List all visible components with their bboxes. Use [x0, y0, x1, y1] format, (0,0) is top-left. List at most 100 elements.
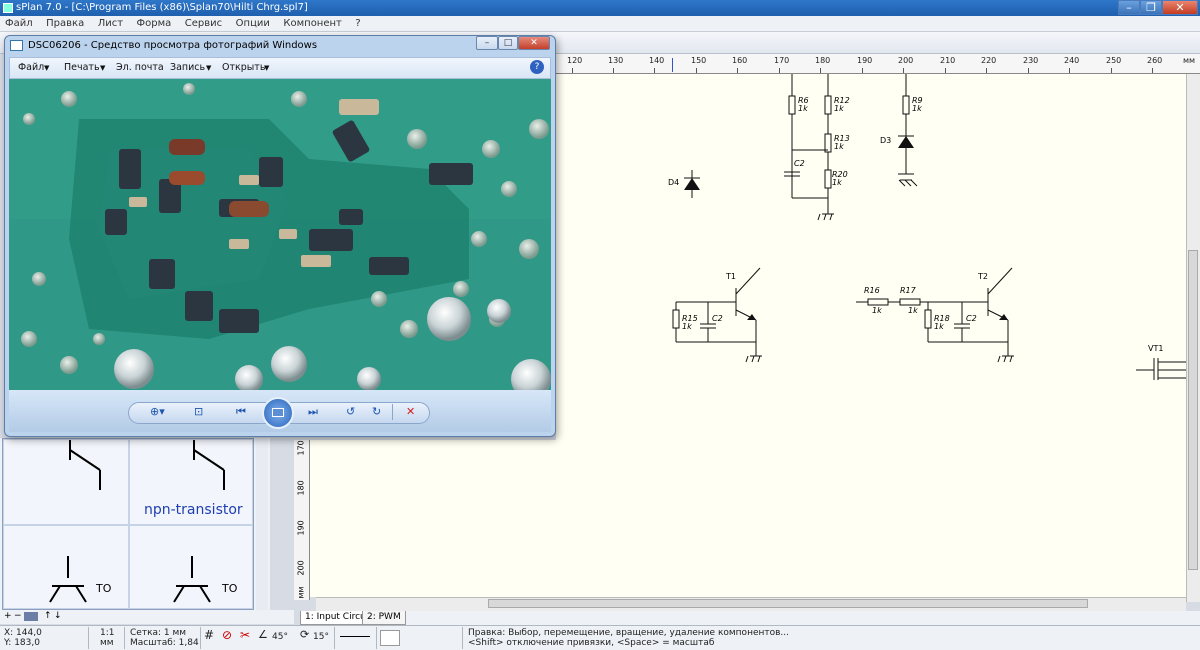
pv-menu-file[interactable]: Файл	[18, 62, 44, 73]
label-d4: D4	[668, 178, 680, 187]
label-vt1: VT1	[1148, 344, 1164, 353]
horizontal-scroll-thumb[interactable]	[488, 599, 1088, 608]
pv-menu-open[interactable]: Открыть	[222, 62, 265, 73]
ruler-tick: 160	[732, 56, 748, 65]
up-arrow-icon[interactable]: ↑	[44, 611, 52, 621]
ruler-cursor	[672, 58, 673, 72]
line-width-icon[interactable]	[340, 636, 370, 637]
label-r16-value: 1k	[872, 306, 882, 315]
delete-icon[interactable]: ✕	[406, 405, 415, 418]
snap-icon[interactable]: ⊘	[222, 629, 232, 641]
pv-menu-burn-arrow-icon[interactable]: ▼	[206, 64, 211, 72]
ruler-tick: 190	[857, 56, 873, 65]
library-cell[interactable]	[3, 439, 129, 525]
magnet-icon[interactable]: ✂	[240, 629, 250, 641]
library-cell-to1[interactable]: TO	[3, 525, 129, 609]
label-r13-value: 1k	[834, 142, 844, 151]
ruler-tick: 140	[649, 56, 665, 65]
menu-options[interactable]: Опции	[231, 16, 275, 32]
control-divider	[392, 404, 393, 420]
pv-menu-file-arrow-icon[interactable]: ▼	[44, 64, 49, 72]
pcb-photo[interactable]	[9, 79, 551, 390]
label-d3: D3	[880, 136, 892, 145]
ruler-left-tick: 190	[296, 520, 306, 536]
library-cell-to2[interactable]: TO	[129, 525, 253, 609]
menu-file[interactable]: Файл	[0, 16, 38, 32]
schematic-canvas[interactable]: R6 1k R12 1k R13 1k R9 1k D3 C2 R20 1k D…	[556, 74, 1186, 597]
label-t1-c2: C2	[712, 314, 723, 323]
previous-icon[interactable]: ⏮	[236, 405, 246, 419]
rotate-icon: ⟳	[300, 628, 310, 641]
library-select-icon[interactable]	[24, 612, 38, 621]
ruler-tick: 180	[815, 56, 831, 65]
rotate-left-icon[interactable]: ↺	[346, 405, 355, 418]
pv-menu-print[interactable]: Печать	[64, 62, 100, 73]
library-scrollbar[interactable]	[256, 438, 268, 610]
library-cell-npn[interactable]: npn-transistor	[129, 439, 253, 525]
ruler-tick: 260	[1147, 56, 1163, 65]
slideshow-icon	[272, 408, 284, 417]
add-icon[interactable]: +	[4, 611, 12, 621]
pv-menu-email[interactable]: Эл. почта	[116, 62, 164, 73]
pv-menu-open-arrow-icon[interactable]: ▼	[264, 64, 269, 72]
status-angle-15[interactable]: 15°	[313, 632, 329, 642]
status-angle-45[interactable]: 45°	[272, 632, 288, 642]
schematic-drawing	[672, 74, 1186, 380]
menu-sheet[interactable]: Лист	[93, 16, 128, 32]
help-icon[interactable]: ?	[530, 60, 544, 74]
ruler-tick: 150	[691, 56, 707, 65]
restore-button[interactable]: ❐	[1140, 0, 1162, 15]
status-zoom: Масштаб: 1,84	[130, 638, 199, 648]
angle-icon: ∠	[258, 628, 268, 641]
label-r6-value: 1k	[798, 104, 808, 113]
photo-viewer-close-button[interactable]: ✕	[518, 36, 550, 50]
label-r18-value: 1k	[934, 322, 944, 331]
grid-icon[interactable]: #	[204, 629, 214, 641]
pv-menu-burn[interactable]: Запись	[170, 62, 205, 73]
actual-size-icon[interactable]: ⊡	[194, 405, 203, 418]
ruler-left-tick: 200	[296, 560, 306, 576]
slideshow-button[interactable]	[262, 397, 294, 429]
line-style-icon[interactable]	[380, 630, 400, 646]
ruler-tick: 250	[1106, 56, 1122, 65]
menu-help[interactable]: ?	[350, 16, 365, 32]
close-button[interactable]: ✕	[1162, 0, 1198, 15]
label-t2-c2: C2	[966, 314, 977, 323]
canvas-lower-left[interactable]	[310, 440, 556, 597]
menu-shape[interactable]: Форма	[132, 16, 177, 32]
menu-bar: Файл Правка Лист Форма Сервис Опции Комп…	[0, 16, 1200, 32]
status-scale-unit: мм	[100, 638, 114, 648]
app-icon	[3, 3, 13, 13]
minimize-button[interactable]: –	[1118, 0, 1140, 15]
photo-viewer-minimize-button[interactable]: –	[476, 36, 498, 50]
photo-viewer-icon	[10, 40, 23, 51]
pnp-transistor-icon	[69, 440, 101, 490]
photo-viewer-maximize-button[interactable]: □	[498, 36, 518, 50]
to-transistor-icon	[173, 556, 211, 603]
label-r17: R17	[900, 286, 916, 295]
ruler-tick: 130	[608, 56, 624, 65]
ruler-top: 120 130 140 150 160 170 180 190 200 210 …	[556, 54, 1200, 74]
photo-viewer-title: DSC06206 - Средство просмотра фотографий…	[28, 40, 318, 51]
label-r15-value: 1k	[682, 322, 692, 331]
ruler-left: 170 180 190 200 мм	[294, 440, 310, 600]
menu-edit[interactable]: Правка	[41, 16, 89, 32]
down-arrow-icon[interactable]: ↓	[54, 611, 62, 621]
tab-pwm[interactable]: 2: PWM	[362, 611, 406, 625]
ruler-tick: 210	[940, 56, 956, 65]
menu-component[interactable]: Компонент	[278, 16, 346, 32]
status-x: X: 144,0	[4, 628, 42, 638]
ruler-tick: 240	[1064, 56, 1080, 65]
library-label-to: TO	[222, 582, 238, 595]
menu-service[interactable]: Сервис	[180, 16, 227, 32]
zoom-icon[interactable]: ⊕▾	[150, 405, 165, 418]
rotate-right-icon[interactable]: ↻	[372, 405, 381, 418]
library-caption: npn-transistor	[144, 502, 243, 518]
pcb-photo-image	[9, 79, 551, 390]
label-t1: T1	[726, 272, 736, 281]
next-icon[interactable]: ⏭	[308, 405, 318, 419]
pv-menu-print-arrow-icon[interactable]: ▼	[100, 64, 105, 72]
remove-icon[interactable]: −	[14, 611, 22, 621]
label-t2: T2	[978, 272, 988, 281]
vertical-scroll-thumb[interactable]	[1188, 250, 1198, 570]
